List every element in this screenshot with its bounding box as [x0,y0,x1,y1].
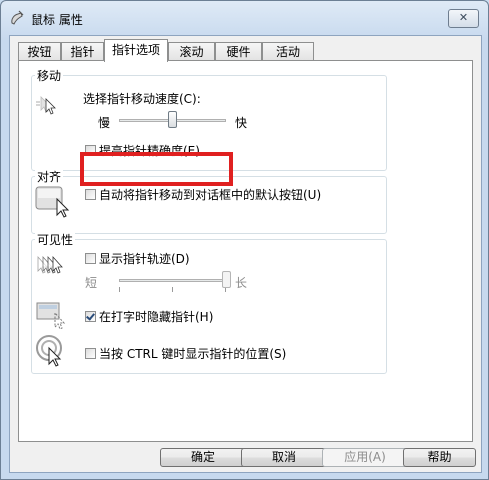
window-title: 鼠标 属性 [31,13,83,27]
trails-slider-track[interactable] [119,279,226,282]
pointer-trails-checkbox[interactable] [85,253,96,264]
tab-wheel[interactable]: 滚动 [168,42,215,60]
speed-slider-thumb[interactable] [168,111,177,128]
mouse-icon [11,10,24,25]
help-button[interactable]: 帮助 [403,448,476,467]
highlight-annotation [80,152,233,186]
visibility-group-label: 可见性 [35,231,76,248]
ok-button[interactable]: 确定 [160,448,246,467]
ctrl-show-location-checkbox[interactable] [85,348,96,359]
hide-while-typing-label[interactable]: 在打字时隐藏指针(H) [99,308,213,325]
pointer-trails-icon [37,255,63,274]
tab-activity[interactable]: 活动 [262,42,314,60]
close-button[interactable]: ✕ [448,9,479,28]
ctrl-locate-icon [36,335,62,367]
short-label: 短 [85,276,98,290]
slow-label: 慢 [98,116,111,130]
close-icon: ✕ [458,11,469,24]
pointer-speed-icon [36,96,56,115]
fast-label: 快 [235,116,248,130]
ctrl-show-location-label[interactable]: 当按 CTRL 键时显示指针的位置(S) [99,345,286,362]
pointer-options-page: 移动 选择指针移动速度(C): 慢 快 提高指针精确度(E) 对齐 自动将指针移… [18,60,473,442]
pointer-trails-label[interactable]: 显示指针轨迹(D) [99,250,190,267]
title-bar: 鼠标 属性 ✕ [1,1,488,35]
cancel-button[interactable]: 取消 [241,448,327,467]
mouse-properties-window: 鼠标 属性 ✕ 按钮 指针 指针选项 滚动 硬件 活动 移动 选择指针移动速度(… [0,0,489,480]
snap-to-default-checkbox[interactable] [85,189,96,200]
snap-group-label: 对齐 [35,168,64,185]
motion-group-label: 移动 [35,67,64,84]
tab-pointer-options[interactable]: 指针选项 [104,39,168,62]
trails-slider-thumb[interactable] [221,271,231,288]
tab-buttons[interactable]: 按钮 [18,42,61,60]
snap-to-default-label[interactable]: 自动将指针移动到对话框中的默认按钮(U) [99,186,321,203]
dialog-client: 按钮 指针 指针选项 滚动 硬件 活动 移动 选择指针移动速度(C): 慢 快 [9,35,482,473]
trails-tick [172,287,173,292]
hide-while-typing-checkbox[interactable] [85,311,96,322]
tab-hardware[interactable]: 硬件 [215,42,262,60]
apply-button[interactable]: 应用(A) [322,448,408,467]
trails-tick [119,287,120,292]
tab-pointers[interactable]: 指针 [61,42,104,60]
hide-pointer-icon [36,302,66,330]
speed-label: 选择指针移动速度(C): [83,92,201,106]
snap-to-button-icon [35,186,70,218]
long-label: 长 [235,276,248,290]
